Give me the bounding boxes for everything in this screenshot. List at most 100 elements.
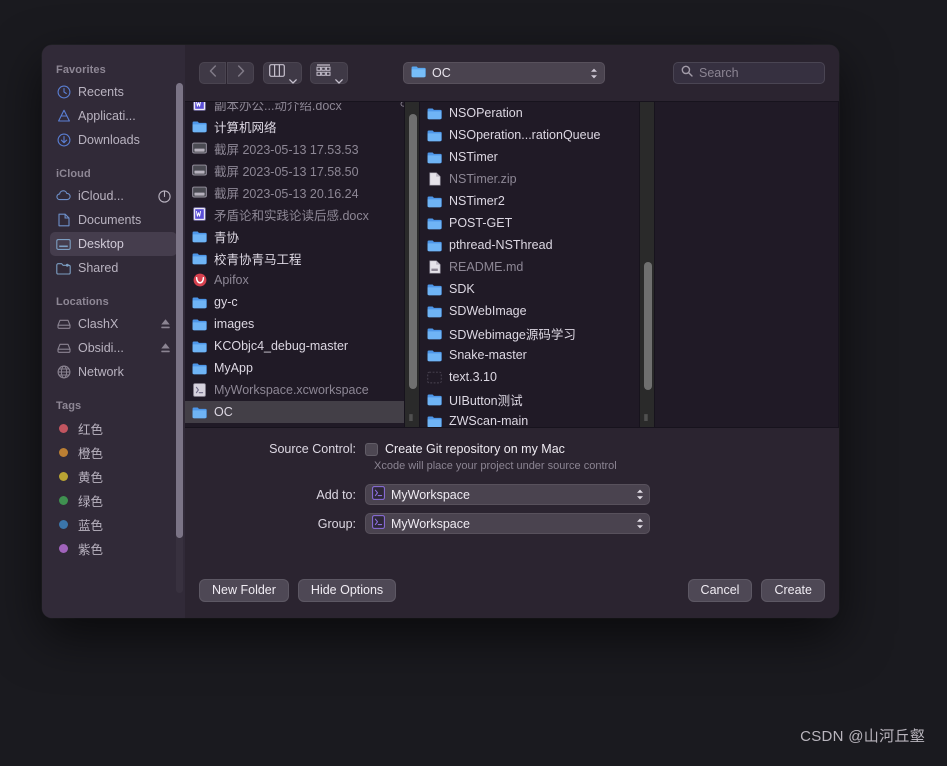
file-row[interactable]: 青协› xyxy=(185,225,419,247)
tag-dot xyxy=(56,445,71,460)
group-by-button[interactable] xyxy=(310,62,348,84)
file-row[interactable]: text.3.10› xyxy=(420,366,654,388)
group-row: Group: MyWorkspace xyxy=(185,513,839,534)
column-1-scrollbar[interactable]: ⦀ xyxy=(404,102,419,427)
sidebar-item-obsidi[interactable]: Obsidi... xyxy=(50,336,177,360)
file-row[interactable]: NSTimer.zip xyxy=(420,168,654,190)
file-row[interactable]: 计算机网络› xyxy=(185,115,419,137)
tag-color-dot xyxy=(59,447,68,457)
browser-column-3[interactable] xyxy=(655,102,839,427)
markdown-file-icon xyxy=(427,260,442,274)
tag-color-dot xyxy=(59,543,68,553)
file-row[interactable]: Snake-master› xyxy=(420,344,654,366)
create-git-repository-checkbox[interactable] xyxy=(365,442,378,456)
sidebar-item-recents[interactable]: Recents xyxy=(50,80,177,104)
chevron-down-icon xyxy=(289,71,297,84)
file-row[interactable]: 校青协青马工程› xyxy=(185,247,419,269)
file-name: Apifox xyxy=(214,273,249,287)
file-row[interactable]: Apifox xyxy=(185,269,419,291)
forward-button[interactable] xyxy=(227,62,254,84)
sidebar-item-documents[interactable]: Documents xyxy=(50,208,177,232)
folder-icon xyxy=(427,128,442,142)
column-1-resize-grip[interactable]: ⦀ xyxy=(409,414,417,423)
sidebar-section-header: iCloud xyxy=(56,168,91,180)
image-icon xyxy=(192,185,207,199)
file-name: POST-GET xyxy=(449,216,513,230)
eject-icon[interactable] xyxy=(160,342,171,354)
document-icon xyxy=(56,213,71,228)
group-label: Group: xyxy=(317,516,356,531)
sidebar-item-network[interactable]: Network xyxy=(50,360,177,384)
browser-column-1[interactable]: 副本办公...动介绍.docx 计算机网络› 截屏 2023-05-13 17.53… xyxy=(185,102,420,427)
file-name: 截屏 2023-05-13 17.53.53 xyxy=(214,142,359,157)
file-name: Snake-master xyxy=(449,348,527,362)
file-row[interactable]: MyWorkspace.xcworkspace xyxy=(185,379,419,401)
file-row[interactable]: NSOperation...rationQueue› xyxy=(420,124,654,146)
sidebar-item-shared[interactable]: Shared xyxy=(50,256,177,280)
hide-options-button[interactable]: Hide Options xyxy=(297,578,397,602)
view-controls xyxy=(263,62,348,84)
path-popup-button[interactable]: OC xyxy=(403,62,605,84)
file-row[interactable]: 副本办公...动介绍.docx xyxy=(185,102,419,115)
add-to-popup-button[interactable]: MyWorkspace xyxy=(365,484,650,505)
sidebar-section-header: Tags xyxy=(56,400,82,412)
file-row[interactable]: 截屏 2023-05-13 17.58.50 xyxy=(185,159,419,181)
sidebar-item-[interactable]: 红色 xyxy=(50,416,177,440)
sidebar-item-[interactable]: 蓝色 xyxy=(50,512,177,536)
file-row[interactable]: NSTimer› xyxy=(420,146,654,168)
file-row[interactable]: SDWebImage› xyxy=(420,300,654,322)
new-folder-button[interactable]: New Folder xyxy=(199,578,289,602)
file-row[interactable]: SDWebimage源码学习› xyxy=(420,322,654,344)
sidebar-item-icloud[interactable]: iCloud... xyxy=(50,184,177,208)
folder-icon xyxy=(427,216,442,230)
sidebar-item-applicati[interactable]: Applicati... xyxy=(50,104,177,128)
sidebar-item-clashx[interactable]: ClashX xyxy=(50,312,177,336)
source-control-row: Source Control: Create Git repository on… xyxy=(185,442,839,456)
sidebar-item-[interactable]: 紫色 xyxy=(50,536,177,560)
column-2-scrollbar[interactable]: ⦀ xyxy=(639,102,654,427)
file-row[interactable]: 截屏 2023-05-13 20.16.24 xyxy=(185,181,419,203)
sidebar-item-[interactable]: 橙色 xyxy=(50,440,177,464)
file-row[interactable]: KCObjc4_debug-master› xyxy=(185,335,419,357)
sidebar-item-[interactable]: 黄色 xyxy=(50,464,177,488)
view-mode-button[interactable] xyxy=(263,62,302,84)
folder-icon xyxy=(192,361,207,375)
sidebar-item-label: 红色 xyxy=(78,422,104,437)
file-row[interactable]: POST-GET› xyxy=(420,212,654,234)
file-row[interactable]: 截屏 2023-05-13 17.53.53 xyxy=(185,137,419,159)
file-row[interactable]: gy-c› xyxy=(185,291,419,313)
file-row[interactable]: 矛盾论和实践论读后感.docx xyxy=(185,203,419,225)
file-row[interactable]: ZWScan-main› xyxy=(420,410,654,427)
cancel-button[interactable]: Cancel xyxy=(687,578,753,602)
chevron-right-icon xyxy=(237,64,245,82)
file-row[interactable]: README.md xyxy=(420,256,654,278)
search-field[interactable] xyxy=(673,62,825,84)
sidebar-item-downloads[interactable]: Downloads xyxy=(50,128,177,152)
create-button[interactable]: Create xyxy=(761,578,825,602)
sidebar-item-[interactable]: 绿色 xyxy=(50,488,177,512)
sidebar-scrollbar-thumb[interactable] xyxy=(176,83,183,538)
file-row[interactable]: MyApp› xyxy=(185,357,419,379)
file-row[interactable]: OC› xyxy=(185,401,419,423)
folder-icon xyxy=(427,150,442,164)
folder-icon xyxy=(192,119,207,133)
file-row[interactable]: NSOPeration› xyxy=(420,102,654,124)
column-2-scrollbar-thumb[interactable] xyxy=(644,262,652,390)
sidebar-section-gap xyxy=(42,280,185,289)
folder-icon xyxy=(192,295,207,309)
column-2-resize-grip[interactable]: ⦀ xyxy=(644,414,652,423)
folder-icon xyxy=(427,194,442,208)
file-row[interactable]: pthread-NSThread› xyxy=(420,234,654,256)
group-popup-button[interactable]: MyWorkspace xyxy=(365,513,650,534)
file-row[interactable]: NSTimer2› xyxy=(420,190,654,212)
back-button[interactable] xyxy=(199,62,226,84)
file-row[interactable]: images› xyxy=(185,313,419,335)
file-row[interactable]: UIButton测试› xyxy=(420,388,654,410)
search-input[interactable] xyxy=(699,66,817,80)
column-1-scrollbar-thumb[interactable] xyxy=(409,114,417,389)
browser-column-2[interactable]: NSOPeration›NSOperation...rationQueue›NS… xyxy=(420,102,655,427)
sidebar-scrollbar[interactable] xyxy=(176,83,183,593)
sidebar-item-desktop[interactable]: Desktop xyxy=(50,232,177,256)
eject-icon[interactable] xyxy=(160,318,171,330)
file-row[interactable]: SDK› xyxy=(420,278,654,300)
